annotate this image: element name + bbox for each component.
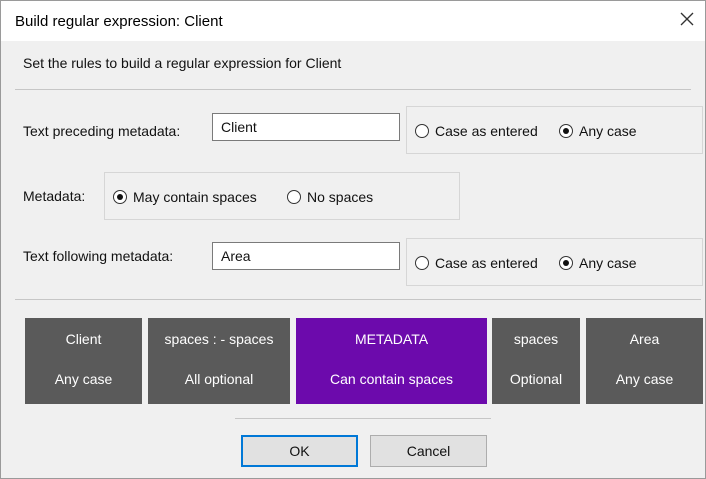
tile-title: spaces : - spaces (164, 331, 274, 347)
tile-subtitle: All optional (184, 371, 254, 387)
close-button[interactable] (675, 7, 699, 31)
radio-unchecked-icon (415, 124, 429, 138)
preview-tile-preceding: Client Any case (25, 318, 142, 404)
preview-tile-separator: spaces : - spaces All optional (148, 318, 290, 404)
divider-buttons (235, 418, 491, 419)
tile-subtitle: Optional (509, 371, 563, 387)
following-any-case-radio[interactable]: Any case (559, 255, 637, 271)
following-text-field[interactable]: Area (212, 242, 400, 270)
tile-subtitle: Can contain spaces (330, 371, 453, 387)
preceding-case-group: Case as entered Any case (406, 106, 703, 154)
tile-title: Client (65, 331, 102, 347)
radio-label: Case as entered (435, 255, 538, 271)
radio-label: May contain spaces (133, 189, 257, 205)
radio-label: Any case (579, 123, 637, 139)
tile-subtitle: Any case (615, 371, 674, 387)
close-icon (680, 12, 694, 26)
radio-label: No spaces (307, 189, 374, 205)
preceding-any-case-radio[interactable]: Any case (559, 123, 637, 139)
radio-unchecked-icon (287, 190, 301, 204)
tile-subtitle: Any case (54, 371, 113, 387)
preceding-text-field[interactable]: Client (212, 113, 400, 141)
preceding-case-as-entered-radio[interactable]: Case as entered (415, 123, 538, 139)
preview-tile-spaces: spaces Optional (492, 318, 580, 404)
radio-checked-icon (559, 124, 573, 138)
preceding-label: Text preceding metadata: (23, 123, 181, 139)
tile-title: METADATA (354, 331, 429, 347)
window-title: Build regular expression: Client (15, 13, 223, 30)
metadata-may-contain-spaces-radio[interactable]: May contain spaces (113, 189, 257, 205)
tile-title: spaces (513, 331, 559, 347)
divider-middle (15, 299, 701, 300)
following-label: Text following metadata: (23, 248, 174, 264)
radio-checked-icon (559, 256, 573, 270)
metadata-no-spaces-radio[interactable]: No spaces (287, 189, 373, 205)
preview-tile-metadata: METADATA Can contain spaces (296, 318, 487, 404)
regex-builder-dialog: Build regular expression: Client Set the… (0, 0, 706, 479)
title-bar: Build regular expression: Client (1, 1, 705, 41)
cancel-button[interactable]: Cancel (370, 435, 487, 467)
radio-unchecked-icon (415, 256, 429, 270)
metadata-spaces-group: May contain spaces No spaces (104, 172, 460, 220)
metadata-label: Metadata: (23, 188, 86, 204)
following-case-as-entered-radio[interactable]: Case as entered (415, 255, 538, 271)
divider-top (15, 89, 691, 90)
radio-checked-icon (113, 190, 127, 204)
preview-tile-following: Area Any case (586, 318, 703, 404)
ok-button[interactable]: OK (241, 435, 358, 467)
following-case-group: Case as entered Any case (406, 238, 703, 286)
radio-label: Any case (579, 255, 637, 271)
radio-label: Case as entered (435, 123, 538, 139)
intro-text: Set the rules to build a regular express… (23, 55, 342, 71)
tile-title: Area (629, 331, 660, 347)
